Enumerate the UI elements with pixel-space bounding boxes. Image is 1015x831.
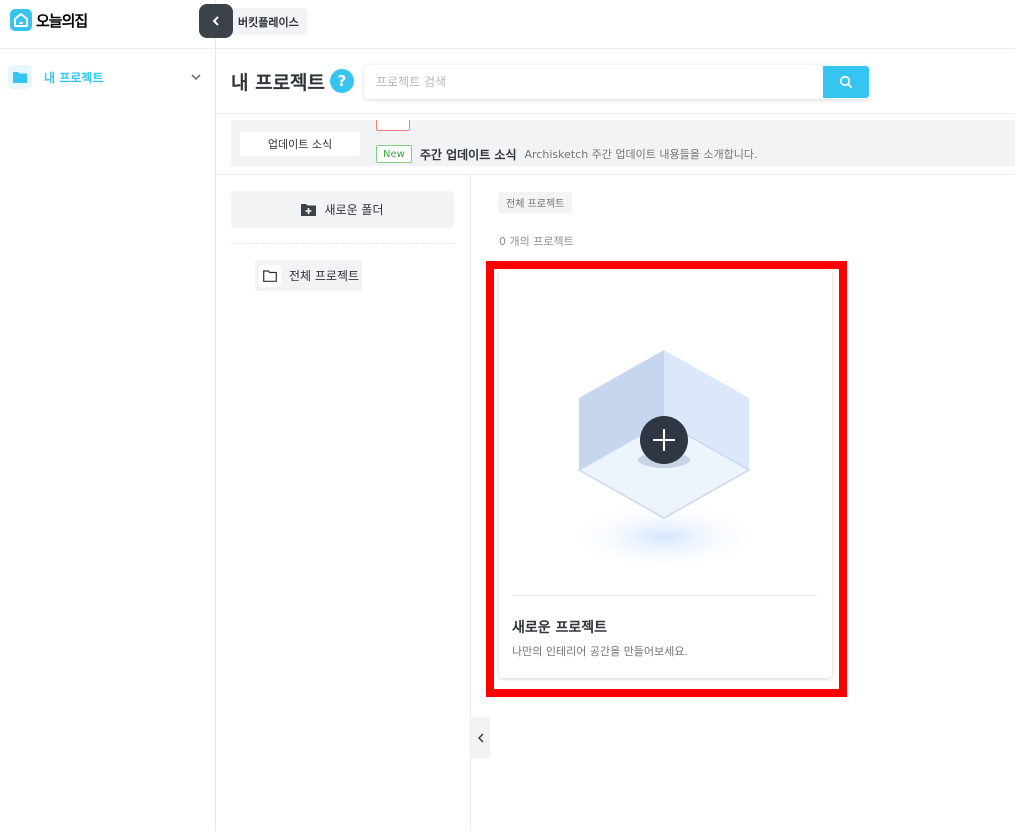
update-title: 주간 업데이트 소식 [419,147,517,162]
update-badge [376,120,410,131]
sidebar-divider [0,48,216,49]
card-divider [512,595,817,596]
folder-item-label: 전체 프로젝트 [289,269,360,283]
chevron-left-icon [212,16,219,26]
folder-panel-toggle[interactable] [471,717,490,758]
house-logo-icon [10,9,32,31]
folder-outline-icon [259,264,281,287]
new-folder-button[interactable]: 새로운 폴더 [231,191,454,228]
breadcrumb[interactable]: 버킷플레이스 [232,8,307,35]
search-input[interactable] [364,65,823,99]
top-divider [216,48,1015,49]
folder-icon [8,65,32,89]
sidebar-item-my-projects[interactable]: 내 프로젝트 [8,63,208,91]
new-project-card[interactable]: 새로운 프로젝트 나만의 인테리어 공간을 만들어보세요. [499,270,832,678]
app-logo[interactable]: 오늘의집 [10,8,88,32]
update-news-bar: 업데이트 소식 New 주간 업데이트 소식 Archisketch 주간 업데… [231,120,1015,166]
search-bar [364,65,870,99]
card-title: 새로운 프로젝트 [512,620,608,636]
scrolling-update-row [376,120,410,132]
folder-item-all-projects[interactable]: 전체 프로젝트 [255,260,362,291]
card-description: 나만의 인테리어 공간을 만들어보세요. [512,645,688,658]
new-folder-label: 새로운 폴더 [324,203,384,217]
folder-divider [231,243,454,244]
update-divider [216,174,1015,175]
chevron-left-icon [477,733,483,742]
add-folder-icon [301,204,317,216]
new-badge: New [376,145,412,163]
sidebar: 오늘의집 내 프로젝트 [0,0,216,831]
sidebar-item-label: 내 프로젝트 [44,70,104,85]
update-item[interactable]: New 주간 업데이트 소식 Archisketch 주간 업데이트 내용들을 … [376,145,757,163]
room-cube-illustration [564,350,764,565]
search-button[interactable] [823,66,869,98]
update-description: Archisketch 주간 업데이트 내용들을 소개합니다. [524,148,758,161]
header-divider [216,113,1015,114]
collapse-sidebar-button[interactable] [199,4,233,38]
logo-text: 오늘의집 [36,11,88,30]
project-count: 0 개의 프로젝트 [499,235,574,248]
filter-tag: 전체 프로젝트 [498,192,573,213]
search-icon [839,75,853,89]
page-title: 내 프로젝트 [231,72,326,94]
help-icon[interactable]: ? [330,69,354,93]
update-news-button[interactable]: 업데이트 소식 [240,132,360,156]
chevron-down-icon[interactable] [190,68,202,87]
